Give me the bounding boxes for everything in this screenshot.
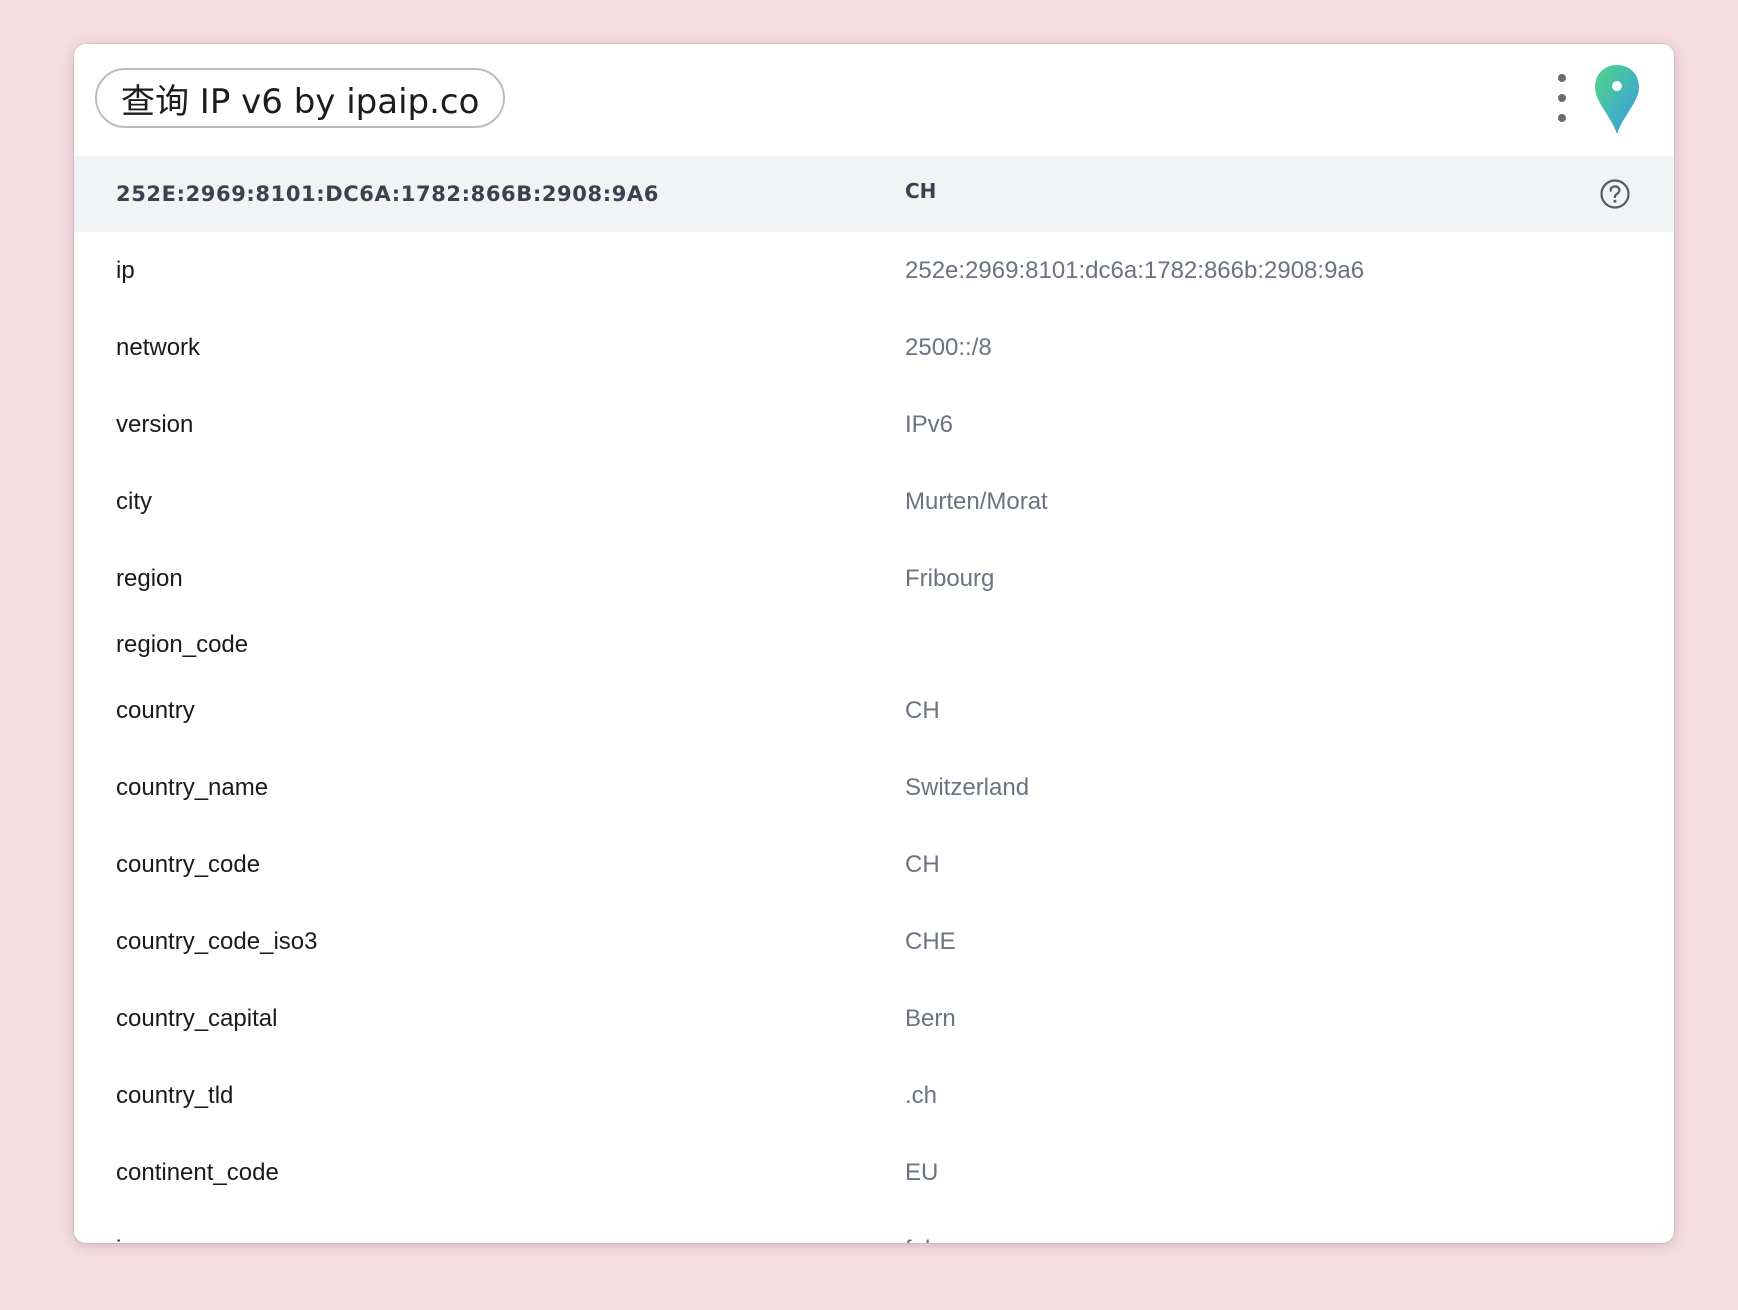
row-key: city bbox=[116, 488, 152, 515]
table-row: region Fribourg bbox=[74, 540, 1674, 617]
ip-summary-row: 252E:2969:8101:DC6A:1782:866B:2908:9A6 C… bbox=[74, 156, 1674, 232]
row-value: Fribourg bbox=[905, 565, 995, 592]
row-key: network bbox=[116, 334, 201, 361]
row-key: region bbox=[116, 565, 183, 592]
row-value: false bbox=[905, 1211, 956, 1243]
row-value: CHE bbox=[905, 928, 956, 955]
table-row: country_code CH bbox=[74, 826, 1674, 903]
more-vertical-icon[interactable] bbox=[1552, 74, 1572, 122]
menu-dot bbox=[1558, 114, 1566, 122]
summary-ip: 252E:2969:8101:DC6A:1782:866B:2908:9A6 bbox=[116, 182, 659, 206]
row-value: 2500::/8 bbox=[905, 334, 992, 361]
row-key: country_tld bbox=[116, 1082, 234, 1109]
row-value: 252e:2969:8101:dc6a:1782:866b:2908:9a6 bbox=[905, 257, 1365, 284]
row-key: country_code_iso3 bbox=[116, 928, 318, 955]
row-key: ip bbox=[116, 257, 135, 284]
popup-header: 查询 IP v6 by ipaip.co bbox=[74, 44, 1674, 156]
question-circle-icon[interactable] bbox=[1599, 178, 1631, 210]
table-row: country_name Switzerland bbox=[74, 749, 1674, 826]
row-value: EU bbox=[905, 1159, 939, 1186]
map-pin-icon[interactable] bbox=[1593, 64, 1641, 136]
table-row: ip 252e:2969:8101:dc6a:1782:866b:2908:9a… bbox=[74, 232, 1674, 309]
row-value: CH bbox=[905, 697, 940, 724]
summary-country: CH bbox=[905, 179, 937, 203]
table-row: network 2500::/8 bbox=[74, 309, 1674, 386]
row-key: in_eu bbox=[116, 1211, 175, 1243]
menu-dot bbox=[1558, 94, 1566, 102]
row-key: country bbox=[116, 697, 195, 724]
table-row: country_capital Bern bbox=[74, 980, 1674, 1057]
row-value: IPv6 bbox=[905, 411, 954, 438]
table-row: country CH bbox=[74, 672, 1674, 749]
ip-info-table: ip 252e:2969:8101:dc6a:1782:866b:2908:9a… bbox=[74, 232, 1674, 1243]
row-key: country_code bbox=[116, 851, 261, 878]
row-value: .ch bbox=[905, 1082, 938, 1109]
table-row: in_eu false bbox=[74, 1211, 1674, 1243]
table-row: city Murten/Morat bbox=[74, 463, 1674, 540]
menu-dot bbox=[1558, 74, 1566, 82]
row-value: Murten/Morat bbox=[905, 488, 1048, 515]
row-key: region_code bbox=[116, 631, 249, 658]
row-value: Switzerland bbox=[905, 774, 1030, 801]
table-row: continent_code EU bbox=[74, 1134, 1674, 1211]
table-row: version IPv6 bbox=[74, 386, 1674, 463]
row-value: Bern bbox=[905, 1005, 956, 1032]
popup-window: 查询 IP v6 by ipaip.co 252E:2969:8101:DC6A… bbox=[74, 44, 1674, 1243]
popup-title[interactable]: 查询 IP v6 by ipaip.co bbox=[95, 68, 506, 128]
row-value: CH bbox=[905, 851, 940, 878]
table-row: country_tld .ch bbox=[74, 1057, 1674, 1134]
table-row: region_code bbox=[74, 617, 1674, 672]
row-key: version bbox=[116, 411, 194, 438]
row-key: continent_code bbox=[116, 1159, 279, 1186]
row-key: country_capital bbox=[116, 1005, 278, 1032]
table-row: country_code_iso3 CHE bbox=[74, 903, 1674, 980]
row-key: country_name bbox=[116, 774, 269, 801]
